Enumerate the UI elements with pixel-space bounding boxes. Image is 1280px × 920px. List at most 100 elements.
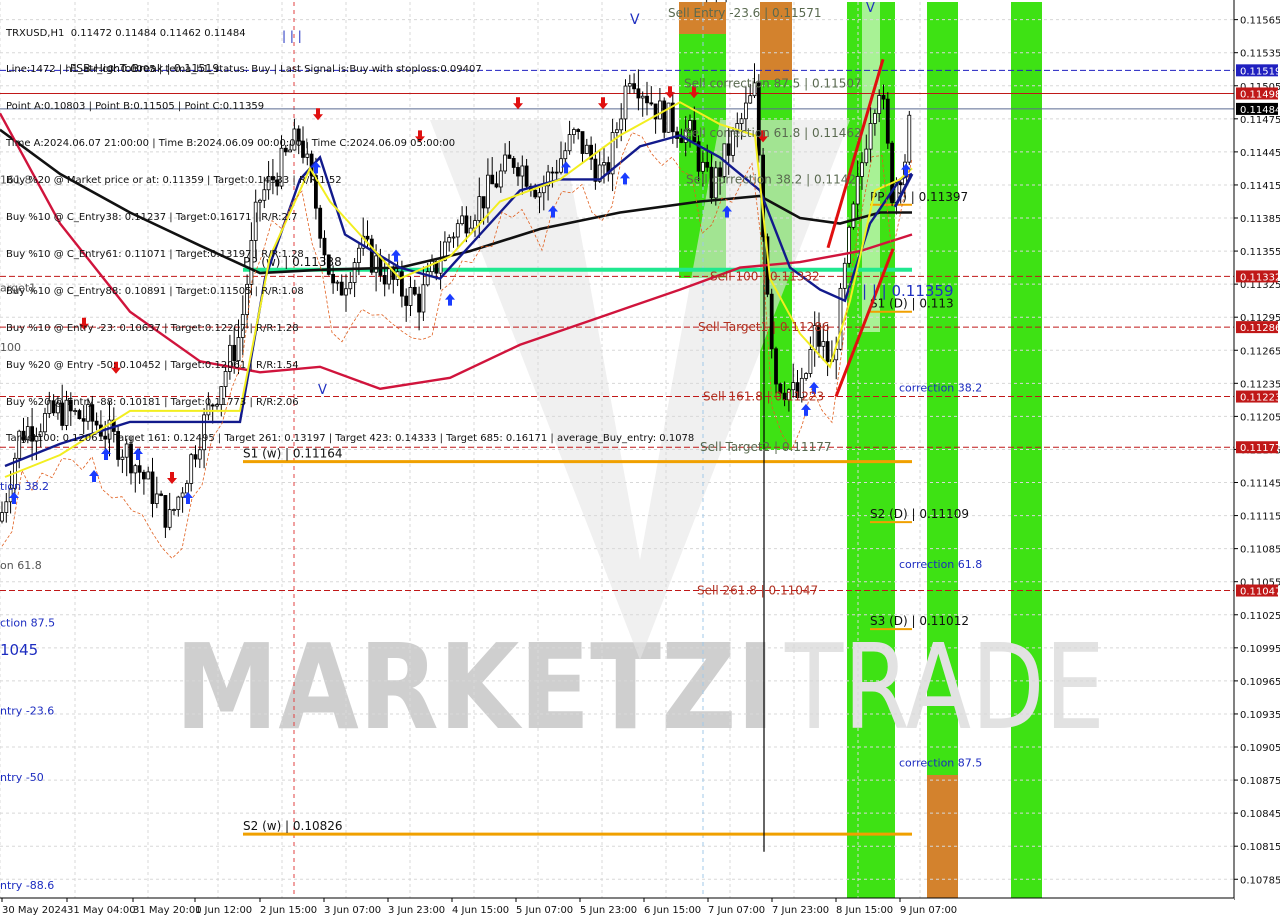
price-axis-label: 0.11145 <box>1240 479 1280 490</box>
candle-body <box>172 509 176 511</box>
left-level-label: ntry -88.6 <box>0 879 54 892</box>
price-axis-label: 0.11535 <box>1240 49 1280 60</box>
info-line: Buy %10 @ Entry -23: 0.10637 | Target:0.… <box>6 322 299 334</box>
sell-level-label: Sell Target1 | 0.11286 <box>698 320 830 334</box>
price-axis-label: 0.11355 <box>1240 247 1280 258</box>
time-axis-label: 8 Jun 15:00 <box>836 905 893 916</box>
price-tag-label: 0.11332 <box>1240 272 1280 283</box>
price-tag-label: 0.11498 <box>1240 89 1280 100</box>
sell-level-label: Sell 261.8 | 0.11047 <box>697 584 818 598</box>
left-level-label: tion 38.2 <box>0 480 49 493</box>
info-line: Point A:0.10803 | Point B:0.11505 | Poin… <box>6 101 265 113</box>
price-axis-label: 0.11385 <box>1240 214 1280 225</box>
sell-level-label: | | | 0.11359 <box>862 282 954 300</box>
candle-body <box>821 341 826 347</box>
candle-body <box>881 95 886 100</box>
buy-correction-label: correction 38.2 <box>899 382 982 395</box>
candle-body <box>804 373 808 379</box>
time-axis-label: 3 Jun 23:00 <box>388 905 445 916</box>
time-axis-label: 3 Jun 07:00 <box>324 905 381 916</box>
left-level-label: ntry -50 <box>0 771 44 784</box>
price-axis-label: 0.11085 <box>1240 545 1280 556</box>
candle-body <box>0 512 4 522</box>
info-line: Buy %10 @ C_Entry88: 0.10891 | Target:0.… <box>6 285 304 297</box>
price-axis-label: 0.10965 <box>1240 677 1280 688</box>
time-axis-label: 6 Jun 15:00 <box>644 905 701 916</box>
price-axis-label: 0.11265 <box>1240 346 1280 357</box>
candle-body <box>885 98 890 144</box>
info-line: Target100: 0.12061 | Target 161: 0.12495… <box>6 433 695 445</box>
info-line: Buy %10 @ C_Entry61: 0.11071 | Target:0.… <box>6 248 304 260</box>
time-axis-label: 5 Jun 23:00 <box>580 905 637 916</box>
candle-body <box>864 148 869 164</box>
candle-body <box>748 95 753 104</box>
price-axis-label: 0.11205 <box>1240 412 1280 423</box>
info-line: Buy %20 @ Entry -50: 0.10452 | Target:0.… <box>6 359 299 371</box>
candle-body <box>176 496 181 510</box>
sell-level-label: Sell correction 38.2 | 0.1142 <box>686 172 856 186</box>
candle-body <box>808 349 813 374</box>
left-level-label: 1045 <box>0 641 38 659</box>
left-level-label: ction 87.5 <box>0 616 55 629</box>
price-axis-label: 0.10815 <box>1240 842 1280 853</box>
pivot-label: S2 (D) | 0.11109 <box>870 507 969 521</box>
pivot-label: S2 (w) | 0.10826 <box>243 819 343 833</box>
time-axis-label: 2 Jun 15:00 <box>260 905 317 916</box>
price-tag-label: 0.11177 <box>1240 443 1280 454</box>
info-line: Buy %20 @ Market price or at: 0.11359 | … <box>6 175 342 187</box>
candle-body <box>167 509 172 528</box>
candle-body <box>141 471 146 480</box>
candle-body <box>868 123 873 150</box>
sell-level-label: Sell correction 87.5 | 0.11507 <box>684 77 862 91</box>
candle-body <box>189 454 194 484</box>
price-axis-label: 0.11235 <box>1240 379 1280 390</box>
time-axis-label: 30 May 2024 <box>2 905 67 916</box>
candle-body <box>701 161 705 172</box>
candle-body <box>154 493 159 504</box>
time-axis-label: 5 Jun 07:00 <box>516 905 573 916</box>
price-axis-label: 0.10845 <box>1240 809 1280 820</box>
buy-correction-label: correction 61.8 <box>899 558 982 571</box>
signal-zone <box>1011 2 1042 898</box>
candle-body <box>726 143 731 156</box>
watermark-text-light: TRADE <box>784 618 1105 756</box>
price-axis-label: 0.11415 <box>1240 181 1280 192</box>
candle-body <box>184 483 189 494</box>
candle-body <box>756 82 761 156</box>
candle-body <box>774 348 778 385</box>
pivot-label: S3 (D) | 0.11012 <box>870 614 969 628</box>
price-axis-label: 0.11025 <box>1240 611 1280 622</box>
candle-body <box>825 341 830 363</box>
price-tag-label: 0.11047 <box>1240 587 1280 598</box>
info-line: Time A:2024.06.07 21:00:00 | Time B:2024… <box>6 138 456 150</box>
candle-body <box>159 493 164 496</box>
price-axis-label: 0.11475 <box>1240 115 1280 126</box>
time-axis-label: 7 Jun 07:00 <box>708 905 765 916</box>
info-line: TRXUSD,H1 0.11472 0.11484 0.11462 0.1148… <box>6 27 246 39</box>
indicator-info-panel: TRXUSD,H1 0.11472 0.11484 0.11462 0.1148… <box>6 3 694 458</box>
price-tag-label: 0.11223 <box>1240 393 1280 404</box>
time-axis-label: 1 Jun 12:00 <box>195 905 252 916</box>
candle-body <box>851 203 856 228</box>
candle-body <box>847 226 851 264</box>
candle-body <box>860 162 864 177</box>
price-axis-label: 0.10995 <box>1240 644 1280 655</box>
price-tag-label: 0.11286 <box>1240 323 1280 334</box>
candle-body <box>137 465 142 473</box>
candle-body <box>133 465 138 474</box>
info-line: Line:1472 | h1_atr_c0: 0.0005 | tema_h1_… <box>6 64 482 76</box>
time-axis-label: 9 Jun 07:00 <box>900 905 957 916</box>
time-axis-label: 31 May 04:00 <box>67 905 136 916</box>
candle-body <box>146 471 151 480</box>
price-axis-label: 0.11445 <box>1240 148 1280 159</box>
candle-body <box>4 501 9 513</box>
price-tag-label: 0.11519 <box>1240 66 1280 77</box>
left-level-label: ntry -23.6 <box>0 705 54 718</box>
price-axis-label: 0.10935 <box>1240 710 1280 721</box>
price-axis-label: 0.10785 <box>1240 875 1280 886</box>
info-line: Buy %10 @ C_Entry38: 0.11237 | Target:0.… <box>6 212 298 224</box>
info-line: Buy %20 @ Entry -88: 0.10181 | Target:0.… <box>6 396 299 408</box>
price-axis-label: 0.10905 <box>1240 743 1280 754</box>
candle-body <box>180 492 185 498</box>
candle-body <box>842 262 847 289</box>
